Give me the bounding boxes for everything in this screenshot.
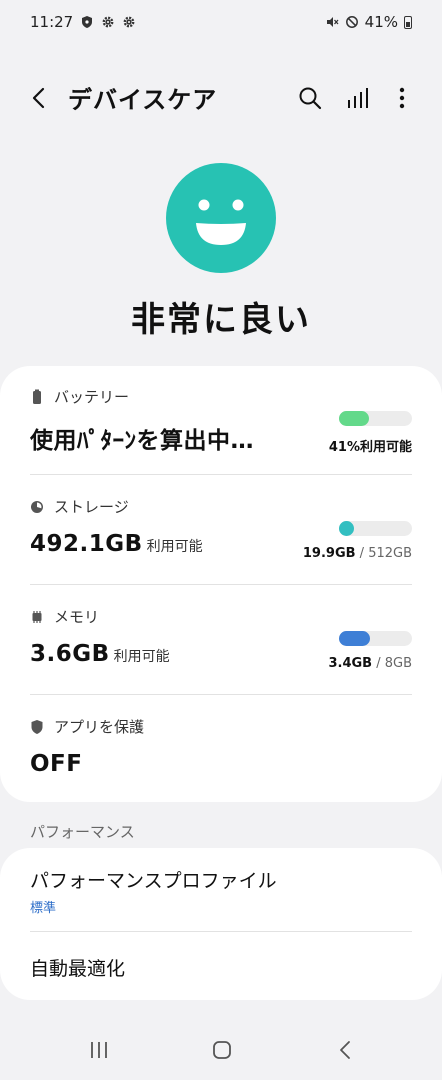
memory-label-row: メモリ [30, 606, 412, 627]
memory-chip-icon [32, 610, 42, 623]
performance-card: パフォーマンスプロファイル 標準 自動最適化 [0, 848, 442, 1000]
battery-item[interactable]: バッテリー 使用ﾊﾟﾀｰﾝを算出中… [30, 386, 412, 472]
navigation-bar [0, 1020, 442, 1080]
divider [30, 584, 412, 585]
divider [30, 474, 412, 475]
status-face-icon [166, 163, 276, 273]
battery-caption: 41%利用可能 [328, 440, 412, 455]
recents-icon[interactable] [85, 1036, 113, 1064]
battery-icon [404, 15, 412, 29]
battery-label: バッテリー [54, 388, 130, 406]
performance-profile-title: パフォーマンスプロファイル [30, 870, 277, 892]
memory-bar-fill [339, 631, 370, 646]
memory-used: 3.4GB [328, 656, 373, 671]
home-icon[interactable] [208, 1036, 236, 1064]
storage-caption: 19.9GB / 512GB [303, 546, 412, 561]
status-time: 11:27 [30, 13, 74, 31]
memory-bar [339, 631, 412, 646]
app-protection-item[interactable]: アプリを保護 OFF [30, 716, 412, 788]
status-right: 41% [325, 13, 412, 31]
shield-icon [31, 719, 43, 734]
battery-percent: 41% [364, 13, 398, 31]
back-icon[interactable] [332, 1036, 360, 1064]
performance-profile-value: 標準 [30, 901, 57, 916]
storage-label-row: ストレージ [30, 496, 412, 517]
memory-caption: 3.4GB / 8GB [328, 656, 412, 671]
memory-value-suffix: 利用可能 [113, 649, 170, 665]
gear-icon [102, 16, 114, 28]
storage-icon [31, 500, 43, 513]
gear-icon [123, 16, 135, 28]
auto-optimize-title: 自動最適化 [30, 958, 126, 980]
back-icon[interactable] [26, 84, 54, 112]
memory-total: / 8GB [372, 656, 412, 671]
smile-face-graphic [196, 199, 246, 245]
storage-bar [339, 521, 412, 536]
memory-label: メモリ [54, 608, 100, 626]
battery-label-row: バッテリー [30, 386, 412, 407]
app-header: デバイスケア [0, 70, 442, 126]
search-icon[interactable] [296, 84, 324, 112]
status-bar: 11:27 41% [0, 0, 442, 44]
page-title: デバイスケア [68, 86, 218, 114]
storage-value: 492.1GB [30, 531, 143, 557]
status-left: 11:27 [30, 13, 136, 31]
storage-total: / 512GB [355, 546, 412, 561]
storage-bar-fill [339, 521, 354, 536]
battery-bar-fill [339, 411, 369, 426]
storage-value-suffix: 利用可能 [146, 539, 203, 555]
performance-section-title: パフォーマンス [30, 823, 135, 841]
app-protection-label: アプリを保護 [54, 718, 145, 736]
mute-icon [326, 17, 339, 27]
divider [30, 694, 412, 695]
storage-label: ストレージ [54, 498, 129, 516]
storage-item[interactable]: ストレージ 492.1GB 利用可能 [30, 496, 412, 582]
signal-bars-icon[interactable] [344, 84, 372, 112]
memory-item[interactable]: メモリ 3.6GB 利用可能 [30, 606, 412, 692]
no-signal-icon [345, 16, 358, 28]
shield-icon [82, 16, 93, 28]
auto-optimize-item[interactable]: 自動最適化 [30, 954, 412, 986]
more-icon[interactable] [388, 84, 416, 112]
battery-bar [339, 411, 412, 426]
app-protection-value: OFF [30, 751, 83, 777]
app-protection-label-row: アプリを保護 [30, 716, 412, 737]
battery-icon [33, 389, 41, 404]
performance-profile-item[interactable]: パフォーマンスプロファイル 標準 [30, 866, 412, 916]
device-status-text: 非常に良い [131, 300, 311, 340]
memory-value: 3.6GB [30, 641, 110, 667]
device-care-card: バッテリー 使用ﾊﾟﾀｰﾝを算出中… 41%利用可能 ストレージ 492.1GB… [0, 366, 442, 802]
storage-used: 19.9GB [302, 546, 356, 561]
divider [30, 931, 412, 932]
